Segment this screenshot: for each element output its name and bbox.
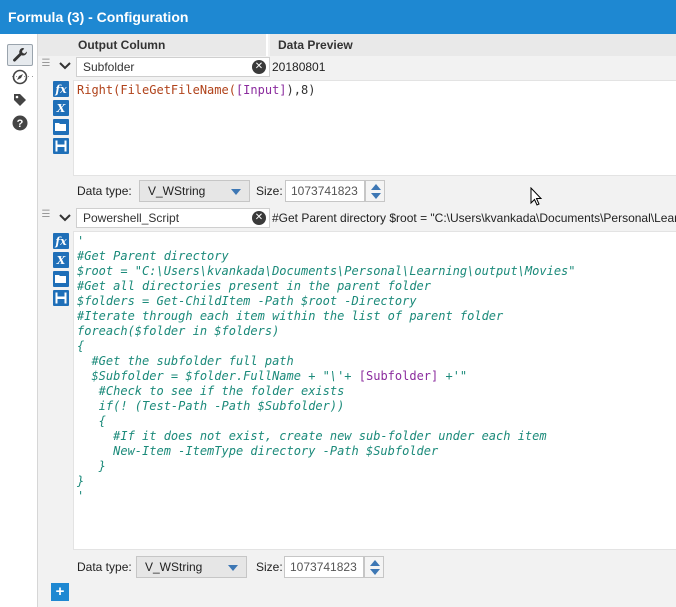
- size-stepper[interactable]: [365, 180, 385, 202]
- size-input[interactable]: 1073741823: [285, 180, 365, 202]
- mouse-pointer-icon: [530, 186, 544, 210]
- size-stepper[interactable]: [364, 556, 384, 578]
- data-type-label: Data type:: [77, 560, 132, 574]
- chevron-down-icon[interactable]: [57, 58, 73, 74]
- function-icon[interactable]: fx: [53, 233, 69, 249]
- script-line: #If it does not exist, create new sub-fo…: [77, 429, 547, 443]
- script-line: {: [77, 414, 106, 428]
- tag-icon[interactable]: [10, 90, 30, 110]
- data-type-value: V_WString: [145, 560, 203, 574]
- expression-tail: ),8): [286, 83, 316, 97]
- script-line: ': [77, 234, 85, 248]
- row-handle[interactable]: ☰: [38, 58, 54, 69]
- script-line: #Get Parent directory: [77, 249, 229, 263]
- script-fragment: +'": [438, 369, 468, 383]
- clear-icon[interactable]: ✕: [252, 60, 266, 74]
- script-line: }: [77, 474, 85, 488]
- data-preview-header[interactable]: Data Preview: [270, 34, 676, 56]
- data-preview-value: 20180801: [272, 60, 326, 74]
- stepper-up-icon[interactable]: [370, 560, 380, 566]
- script-line: foreach($folder in $folders): [77, 324, 280, 338]
- data-type-select[interactable]: V_WString: [139, 180, 250, 202]
- data-type-label: Data type:: [77, 184, 132, 198]
- expression-tools: fx X: [53, 81, 71, 157]
- output-column-field[interactable]: Subfolder: [76, 57, 270, 77]
- data-preview-value: #Get Parent directory $root = "C:\Users\…: [272, 211, 676, 225]
- script-fragment: $Subfolder = $folder.FullName + "\'+: [77, 369, 359, 383]
- open-folder-icon[interactable]: [53, 271, 69, 287]
- header-spacer: [38, 34, 72, 56]
- save-icon[interactable]: [53, 138, 69, 154]
- expression-editor[interactable]: ' #Get Parent directory $root = "C:\Users\…: [73, 231, 676, 550]
- script-line: #Iterate through each item within the li…: [77, 309, 504, 323]
- data-type-value: V_WString: [148, 184, 206, 198]
- variables-icon[interactable]: X: [53, 252, 69, 268]
- data-type-select[interactable]: V_WString: [136, 556, 247, 578]
- function-icon[interactable]: fx: [53, 81, 69, 97]
- stepper-down-icon[interactable]: [371, 193, 381, 199]
- output-column-field[interactable]: Powershell_Script: [76, 208, 270, 228]
- save-icon[interactable]: [53, 290, 69, 306]
- clear-icon[interactable]: ✕: [252, 211, 266, 225]
- chevron-down-icon[interactable]: [57, 210, 73, 226]
- script-line: $Subfolder = $folder.FullName + "\'+ [Su…: [77, 369, 673, 384]
- stepper-down-icon[interactable]: [370, 569, 380, 575]
- script-line: #Get the subfolder full path: [77, 354, 294, 368]
- script-line: $root = "C:\Users\kvankada\Documents\Per…: [77, 264, 576, 278]
- compass-icon[interactable]: [10, 67, 30, 87]
- script-line: ': [77, 489, 85, 503]
- formula-row-subfolder: ☰ Subfolder ✕ 20180801 fx X Right(FileGe…: [38, 56, 676, 206]
- wrench-icon[interactable]: [7, 44, 33, 66]
- window-title: Formula (3) - Configuration: [0, 0, 676, 34]
- script-line: #Get all directories present in the pare…: [77, 279, 432, 293]
- function-token: Right(: [77, 83, 121, 97]
- size-label: Size:: [256, 560, 283, 574]
- field-token: [Input]: [235, 83, 287, 97]
- expression-tools: fx X: [53, 233, 71, 309]
- row-handle[interactable]: ☰: [38, 209, 54, 220]
- add-formula-button[interactable]: +: [51, 583, 69, 601]
- dropdown-caret-icon: [228, 565, 238, 571]
- dropdown-caret-icon: [231, 189, 241, 195]
- script-line: if(! (Test-Path -Path $Subfolder)): [77, 399, 345, 413]
- output-column-header[interactable]: Output Column: [72, 34, 268, 56]
- field-token: [Subfolder]: [358, 369, 439, 383]
- tool-rail: ······ ?: [0, 34, 37, 607]
- configuration-panel: Output Column Data Preview ☰ Subfolder ✕…: [37, 34, 676, 607]
- expression-editor[interactable]: Right(FileGetFileName([Input]),8): [73, 80, 676, 176]
- help-icon[interactable]: ?: [10, 113, 30, 133]
- size-label: Size:: [256, 184, 283, 198]
- function-token: FileGetFileName(: [120, 83, 236, 97]
- formula-row-powershell: ☰ Powershell_Script ✕ #Get Parent direct…: [38, 207, 676, 581]
- script-line: New-Item -ItemType directory -Path $Subf…: [77, 444, 439, 458]
- script-line: }: [77, 459, 106, 473]
- variables-icon[interactable]: X: [53, 100, 69, 116]
- script-line: {: [77, 339, 85, 353]
- size-input[interactable]: 1073741823: [284, 556, 364, 578]
- script-line: #Check to see if the folder exists: [77, 384, 345, 398]
- svg-text:?: ?: [17, 118, 24, 130]
- open-folder-icon[interactable]: [53, 119, 69, 135]
- stepper-up-icon[interactable]: [371, 184, 381, 190]
- script-line: $folders = Get-ChildItem -Path $root -Di…: [77, 294, 417, 308]
